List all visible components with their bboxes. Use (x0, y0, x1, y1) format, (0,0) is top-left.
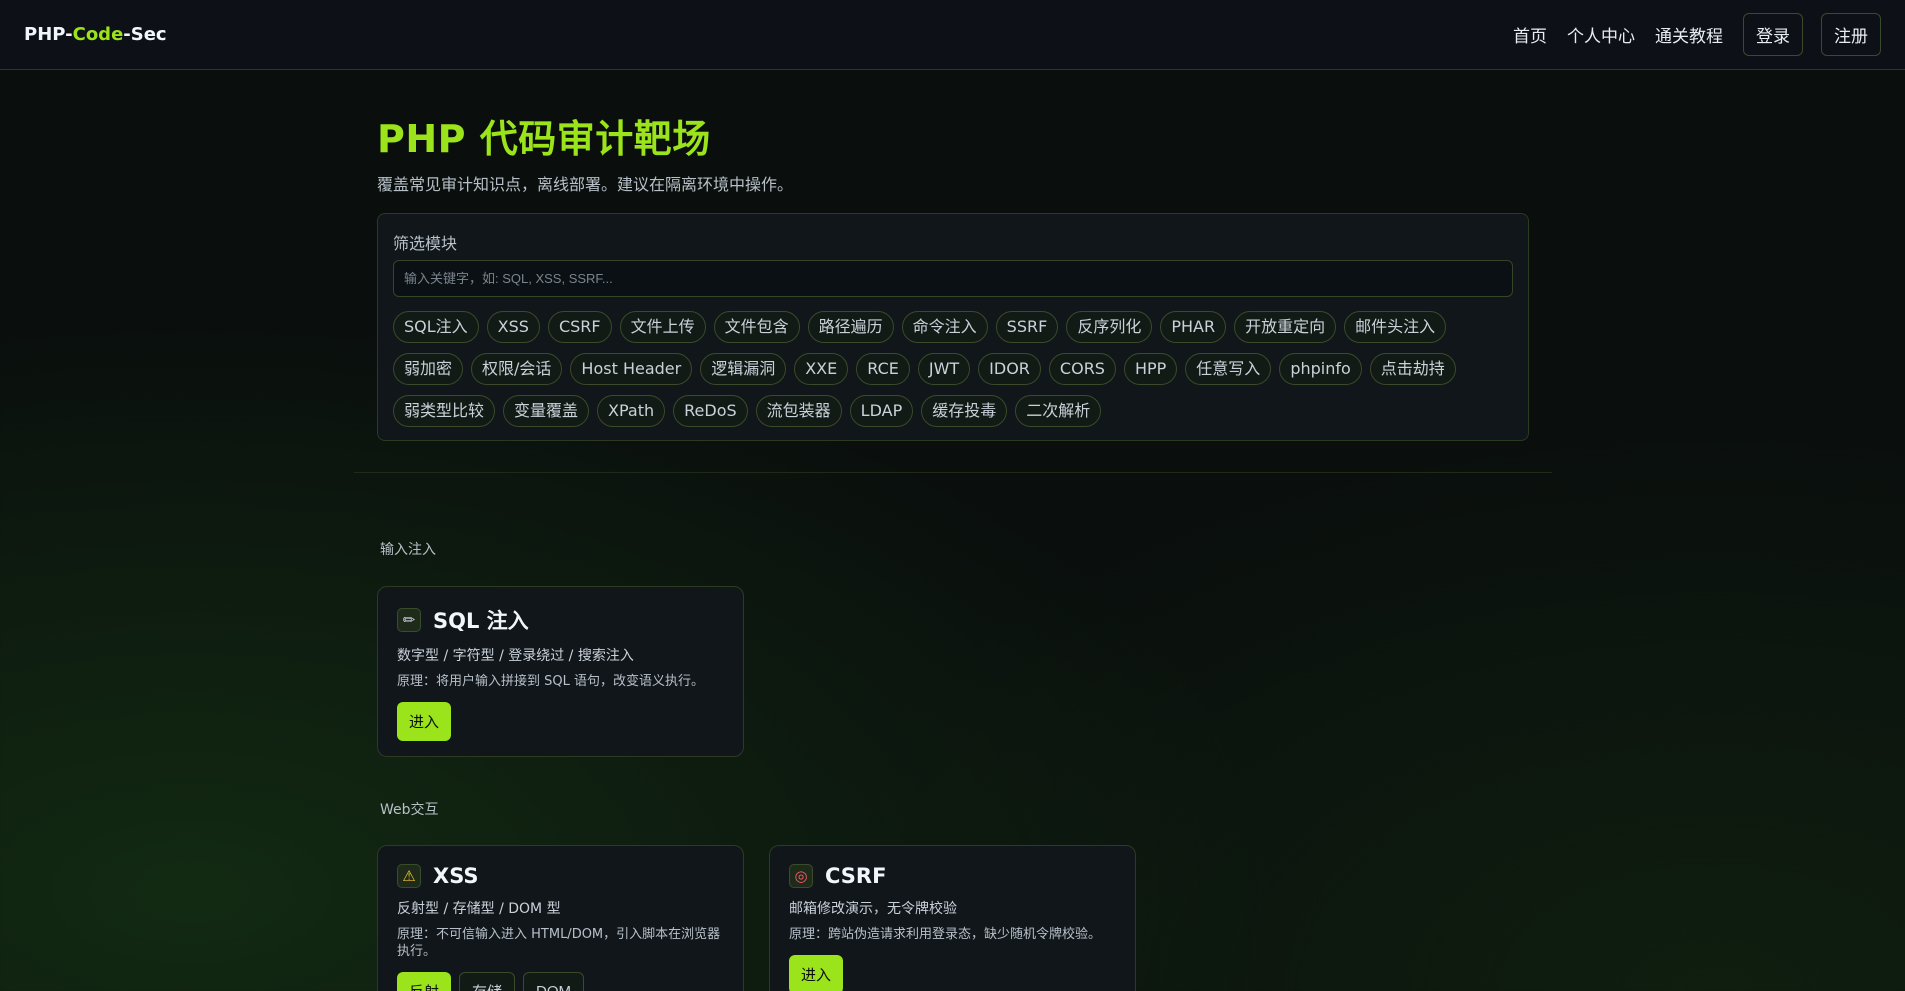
filter-tag-chip[interactable]: 弱类型比较 (393, 395, 496, 427)
filter-tag-chip[interactable]: XPath (597, 395, 666, 427)
filter-tag-chip[interactable]: 二次解析 (1015, 395, 1102, 427)
page-title: PHP 代码审计靶场 (377, 117, 711, 161)
filter-tag-chip[interactable]: PHAR (1160, 311, 1227, 343)
card-subtitle: 数字型 / 字符型 / 登录绕过 / 搜索注入 (397, 648, 634, 664)
filter-tag-chip[interactable]: 开放重定向 (1234, 311, 1337, 343)
filter-tag-chip[interactable]: 缓存投毒 (921, 395, 1008, 427)
top-navbar: PHP-Code-Sec 首页 个人中心 通关教程 登录 注册 (0, 0, 1905, 70)
filter-tag-chip[interactable]: LDAP (849, 395, 914, 427)
brand-accent: Code (72, 24, 124, 45)
nav-tutorial-link[interactable]: 通关教程 (1655, 22, 1723, 47)
section-label-input-injection: 输入注入 (380, 542, 436, 558)
card-title: XSS (433, 864, 479, 888)
module-card-sql-injection: ✏ SQL 注入 数字型 / 字符型 / 登录绕过 / 搜索注入 原理：将用户输… (377, 586, 744, 757)
filter-tag-chip[interactable]: XXE (794, 353, 849, 385)
module-card-xss: ⚠ XSS 反射型 / 存储型 / DOM 型 原理：不可信输入进入 HTML/… (377, 845, 744, 991)
filter-tag-chip[interactable]: 命令注入 (901, 311, 988, 343)
filter-tag-chip[interactable]: 反序列化 (1066, 311, 1153, 343)
filter-tag-chip[interactable]: 权限/会话 (471, 353, 563, 385)
filter-tag-chip[interactable]: SQL注入 (393, 311, 479, 343)
filter-tag-chip[interactable]: IDOR (978, 353, 1041, 385)
filter-tag-chip[interactable]: 路径遍历 (807, 311, 894, 343)
module-card-csrf: ◎ CSRF 邮箱修改演示，无令牌校验 原理：跨站伪造请求利用登录态，缺少随机令… (769, 845, 1136, 991)
filter-tag-list: SQL注入 XSS CSRF 文件上传 文件包含 路径遍历 命令注入 SSRF 反序列化 PHAR… (393, 311, 1513, 427)
card-title: CSRF (825, 864, 887, 888)
filter-tag-chip[interactable]: Host Header (570, 353, 693, 385)
brand-logo[interactable]: PHP-Code-Sec (24, 24, 167, 45)
register-button[interactable]: 注册 (1821, 13, 1881, 56)
filter-tag-chip[interactable]: CSRF (547, 311, 612, 343)
target-icon: ◎ (789, 864, 813, 888)
warning-icon: ⚠ (397, 864, 421, 888)
card-subtitle: 邮箱修改演示，无令牌校验 (789, 901, 957, 917)
filter-tag-chip[interactable]: 变量覆盖 (503, 395, 590, 427)
filter-tag-chip[interactable]: HPP (1123, 353, 1178, 385)
filter-panel: 筛选模块 SQL注入XSSCSRF文件上传文件包含路径遍历命令注入SSRF反序列… (377, 213, 1529, 441)
filter-search-input[interactable] (393, 260, 1513, 297)
reflected-xss-button[interactable]: 反射 (397, 972, 452, 991)
enter-button[interactable]: 进入 (789, 955, 844, 991)
filter-tag-chip[interactable]: 文件上传 (619, 311, 706, 343)
page-subtitle: 覆盖常见审计知识点，离线部署。建议在隔离环境中操作。 (377, 175, 794, 194)
filter-tag-chip[interactable]: ReDoS (673, 395, 748, 427)
filter-label: 筛选模块 (393, 234, 458, 253)
enter-button[interactable]: 进入 (397, 702, 452, 741)
card-title: SQL 注入 (433, 609, 529, 633)
dom-xss-button[interactable]: DOM (523, 972, 585, 991)
stored-xss-button[interactable]: 存储 (459, 972, 516, 991)
card-description: 原理：跨站伪造请求利用登录态，缺少随机令牌校验。 (789, 927, 1102, 942)
section-divider (354, 472, 1552, 473)
filter-tag-chip[interactable]: phpinfo (1279, 353, 1362, 385)
filter-tag-chip[interactable]: 文件包含 (713, 311, 800, 343)
card-description: 原理：不可信输入进入 HTML/DOM，引入脚本在浏览器执行。 (397, 927, 721, 959)
filter-tag-chip[interactable]: 邮件头注入 (1344, 311, 1447, 343)
filter-tag-chip[interactable]: CORS (1048, 353, 1116, 385)
nav-home-link[interactable]: 首页 (1513, 22, 1547, 47)
filter-tag-chip[interactable]: 任意写入 (1185, 353, 1272, 385)
filter-tag-chip[interactable]: 弱加密 (393, 353, 464, 385)
nav-profile-link[interactable]: 个人中心 (1567, 22, 1635, 47)
nav-menu: 首页 个人中心 通关教程 登录 注册 (1513, 13, 1881, 56)
main-container: PHP 代码审计靶场 覆盖常见审计知识点，离线部署。建议在隔离环境中操作。 筛选… (377, 70, 1529, 441)
filter-tag-chip[interactable]: XSS (486, 311, 540, 343)
pencil-icon: ✏ (397, 608, 421, 632)
filter-tag-chip[interactable]: 逻辑漏洞 (700, 353, 787, 385)
card-subtitle: 反射型 / 存储型 / DOM 型 (397, 901, 561, 917)
brand-prefix: PHP- (24, 24, 73, 45)
login-button[interactable]: 登录 (1743, 13, 1803, 56)
card-description: 原理：将用户输入拼接到 SQL 语句，改变语义执行。 (397, 674, 704, 689)
filter-tag-chip[interactable]: 流包装器 (755, 395, 842, 427)
filter-tag-chip[interactable]: 点击劫持 (1369, 353, 1456, 385)
filter-tag-chip[interactable]: JWT (917, 353, 971, 385)
filter-tag-chip[interactable]: SSRF (995, 311, 1059, 343)
brand-suffix: -Sec (123, 24, 167, 45)
filter-tag-chip[interactable]: RCE (856, 353, 910, 385)
section-label-web-interaction: Web交互 (380, 802, 439, 818)
